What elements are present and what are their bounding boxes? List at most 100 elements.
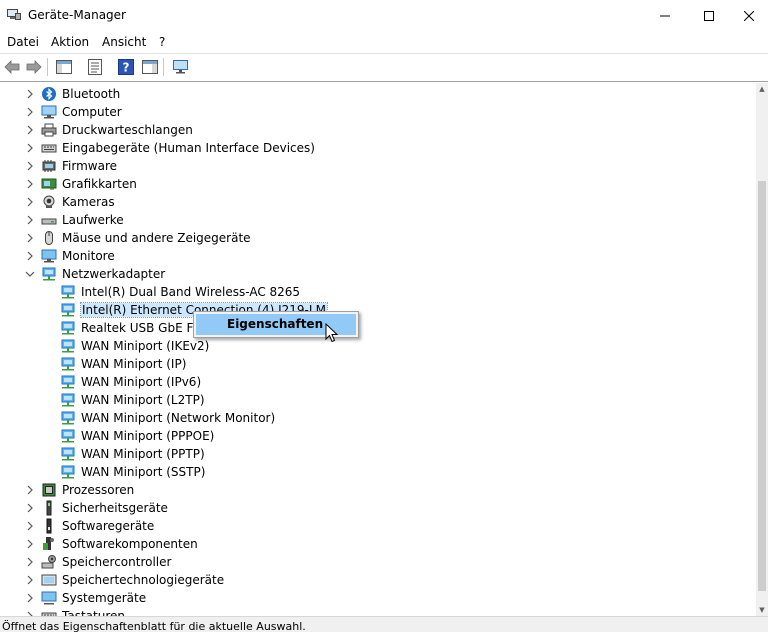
tree-item-label: Kameras <box>62 195 115 209</box>
chevron-right-icon[interactable] <box>25 232 35 244</box>
menu-datei[interactable]: Datei <box>7 35 39 49</box>
tree-category[interactable]: Tastaturen <box>0 607 756 616</box>
chevron-right-icon[interactable] <box>25 178 35 190</box>
minimize-icon <box>660 15 670 16</box>
tree-device-item[interactable]: Intel(R) Dual Band Wireless-AC 8265 <box>0 283 756 301</box>
tree-item-label: Sicherheitsgeräte <box>62 501 168 515</box>
title-bar[interactable]: Geräte-Manager <box>0 0 768 31</box>
tree-category[interactable]: Speichertechnologiegeräte <box>0 571 756 589</box>
tree-device-item[interactable]: WAN Miniport (IPv6) <box>0 373 756 391</box>
tree-category[interactable]: Netzwerkadapter <box>0 265 756 283</box>
tree-category[interactable]: Speichercontroller <box>0 553 756 571</box>
menu-aktion[interactable]: Aktion <box>51 35 89 49</box>
tree-category[interactable]: Computer <box>0 103 756 121</box>
svg-text:?: ? <box>123 61 130 75</box>
chevron-right-icon[interactable] <box>25 214 35 226</box>
tree-category[interactable]: Softwarekomponenten <box>0 535 756 553</box>
chevron-right-icon[interactable] <box>25 556 35 568</box>
list-view-button[interactable] <box>85 57 105 77</box>
menu-ansicht[interactable]: Ansicht <box>102 35 146 49</box>
software-component-icon <box>43 537 54 550</box>
tree-device-item[interactable]: WAN Miniport (SSTP) <box>0 463 756 481</box>
console-tree-button[interactable] <box>54 57 74 77</box>
tree-category[interactable]: Laufwerke <box>0 211 756 229</box>
toolbar-separator <box>47 58 48 76</box>
firmware-icon <box>42 160 56 172</box>
tree-category[interactable]: Firmware <box>0 157 756 175</box>
status-text: Öffnet das Eigenschaftenblatt für die ak… <box>2 620 306 632</box>
toolbar-separator <box>163 58 164 76</box>
chevron-right-icon[interactable] <box>25 124 35 136</box>
tree-item-label: Eingabegeräte (Human Interface Devices) <box>62 141 315 155</box>
minimize-button[interactable] <box>642 0 688 31</box>
tree-item-label: Intel(R) Dual Band Wireless-AC 8265 <box>81 285 301 299</box>
forward-button[interactable] <box>24 57 44 77</box>
scroll-up-arrow-icon[interactable]: ▲ <box>756 83 768 95</box>
chevron-right-icon[interactable] <box>25 196 35 208</box>
scroll-down-arrow-icon[interactable]: ▼ <box>756 604 768 616</box>
maximize-button[interactable] <box>686 0 732 31</box>
chevron-right-icon[interactable] <box>25 484 35 496</box>
tree-category[interactable]: Systemgeräte <box>0 589 756 607</box>
context-menu-label: Eigenschaften <box>227 317 324 331</box>
scrollbar-thumb[interactable] <box>758 181 766 591</box>
tree-category[interactable]: Druckwarteschlangen <box>0 121 756 139</box>
network-adapter-icon <box>61 393 75 407</box>
tree-category[interactable]: Grafikkarten <box>0 175 756 193</box>
close-button[interactable] <box>730 0 768 31</box>
tree-category[interactable]: Bluetooth <box>0 85 756 103</box>
network-adapter-icon <box>61 447 75 461</box>
chevron-right-icon[interactable] <box>25 160 35 172</box>
printer-icon <box>41 123 57 137</box>
tree-item-label: Firmware <box>62 159 117 173</box>
chevron-right-icon[interactable] <box>25 142 35 154</box>
tree-device-item[interactable]: WAN Miniport (IP) <box>0 355 756 373</box>
tree-item-label: WAN Miniport (L2TP) <box>81 393 205 407</box>
security-device-icon <box>46 500 52 516</box>
mouse-cursor-icon <box>325 323 339 343</box>
back-button[interactable] <box>2 57 22 77</box>
network-adapter-icon <box>61 465 75 479</box>
details-view-icon <box>142 60 158 74</box>
chevron-right-icon[interactable] <box>25 592 35 604</box>
chevron-right-icon[interactable] <box>25 106 35 118</box>
tree-category[interactable]: Prozessoren <box>0 481 756 499</box>
software-device-icon <box>46 518 52 534</box>
network-adapter-icon <box>61 429 75 443</box>
window-title: Geräte-Manager <box>28 8 126 22</box>
tree-category[interactable]: Kameras <box>0 193 756 211</box>
tree-device-item[interactable]: WAN Miniport (L2TP) <box>0 391 756 409</box>
chevron-right-icon[interactable] <box>25 250 35 262</box>
chevron-right-icon[interactable] <box>25 574 35 586</box>
details-view-button[interactable] <box>140 57 160 77</box>
tree-category[interactable]: Softwaregeräte <box>0 517 756 535</box>
tree-device-item[interactable]: WAN Miniport (Network Monitor) <box>0 409 756 427</box>
menu-help[interactable]: ? <box>159 35 165 49</box>
tree-device-item[interactable]: Intel(R) Ethernet Connection (4) I219-LM <box>0 301 756 319</box>
device-manager-app-icon <box>7 9 21 20</box>
tree-item-label: WAN Miniport (PPTP) <box>81 447 205 461</box>
tree-item-label: Prozessoren <box>62 483 135 497</box>
chevron-right-icon[interactable] <box>25 520 35 532</box>
tree-item-label: Softwarekomponenten <box>62 537 198 551</box>
tree-category[interactable]: Mäuse und andere Zeigegeräte <box>0 229 756 247</box>
chevron-right-icon[interactable] <box>25 88 35 100</box>
scan-hardware-button[interactable] <box>171 57 191 77</box>
network-adapter-icon <box>61 321 75 335</box>
tree-device-item[interactable]: WAN Miniport (IKEv2) <box>0 337 756 355</box>
tree-category[interactable]: Eingabegeräte (Human Interface Devices) <box>0 139 756 157</box>
properties-pane-icon <box>56 60 72 74</box>
tree-device-item[interactable]: WAN Miniport (PPPOE) <box>0 427 756 445</box>
chevron-down-icon[interactable] <box>25 268 35 280</box>
chevron-right-icon[interactable] <box>25 502 35 514</box>
toolbar: ? <box>0 53 768 82</box>
tree-device-item[interactable]: WAN Miniport (PPTP) <box>0 445 756 463</box>
vertical-scrollbar[interactable]: ▲ ▼ <box>756 83 768 616</box>
tree-category[interactable]: Sicherheitsgeräte <box>0 499 756 517</box>
chevron-right-icon[interactable] <box>25 538 35 550</box>
tree-category[interactable]: Monitore <box>0 247 756 265</box>
bluetooth-icon <box>42 87 56 101</box>
help-button[interactable]: ? <box>116 57 136 77</box>
tree-device-item[interactable]: Realtek USB GbE Fam <box>0 319 756 337</box>
device-tree[interactable]: Bluetooth Computer Druckwarteschlangen Eing… <box>0 83 756 616</box>
